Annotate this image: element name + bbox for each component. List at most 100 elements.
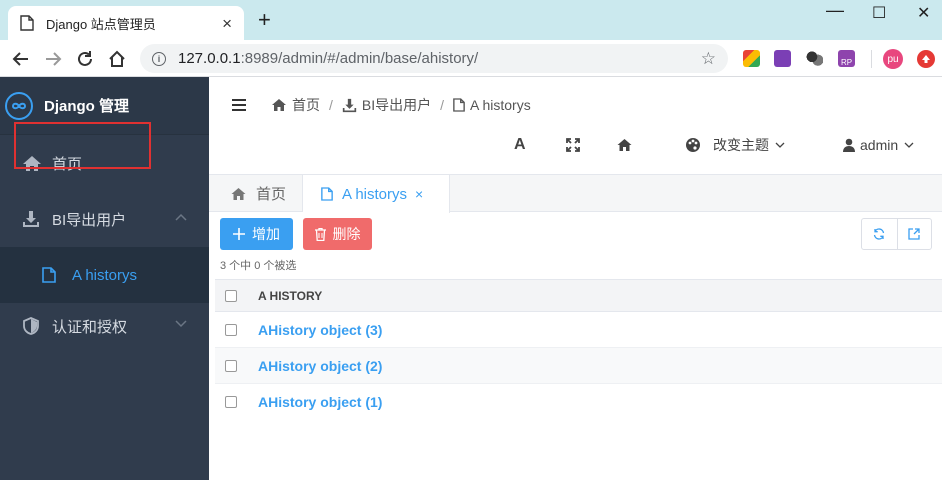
infinity-logo-icon: [5, 91, 33, 120]
table-row: AHistory object (2): [215, 348, 942, 384]
theme-switcher[interactable]: 改变主题: [685, 135, 785, 155]
chevron-up-icon: [175, 213, 187, 221]
delete-label: 删除: [332, 226, 361, 242]
row-link[interactable]: AHistory object (1): [258, 394, 382, 410]
pu-extension-icon[interactable]: pu: [883, 49, 903, 69]
delete-button[interactable]: 删除: [303, 218, 372, 250]
font-size-button[interactable]: A: [514, 135, 526, 155]
sidebar-item-label: 首页: [52, 155, 83, 173]
hamburger-menu-icon[interactable]: [232, 99, 246, 111]
row-checkbox[interactable]: [225, 323, 237, 336]
maximize-button[interactable]: ☐: [872, 3, 886, 23]
breadcrumb-bi-export[interactable]: BI导出用户: [362, 95, 431, 115]
brand[interactable]: Django 管理: [0, 77, 209, 135]
trash-icon: [314, 227, 326, 241]
sidebar: Django 管理 首页 BI导出用户 A historys 认证和授权: [0, 77, 209, 480]
fullscreen-button[interactable]: [566, 135, 580, 155]
refresh-button[interactable]: [862, 219, 897, 249]
upload-extension-icon[interactable]: [917, 50, 935, 68]
home-shortcut-button[interactable]: [616, 135, 633, 155]
add-button[interactable]: 增加: [220, 218, 293, 250]
tab-label: 首页: [256, 186, 287, 203]
url-host: 127.0.0.1: [178, 50, 241, 67]
breadcrumb: 首页 / BI导出用户 / A historys: [271, 95, 531, 115]
home-outline-icon: [109, 50, 125, 67]
home-icon: [230, 187, 247, 201]
file-icon: [453, 98, 465, 112]
palette-icon: [686, 138, 700, 152]
home-icon: [22, 155, 42, 172]
sidebar-item-auth[interactable]: 认证和授权: [0, 298, 209, 354]
browser-tab[interactable]: Django 站点管理员 ×: [8, 6, 244, 40]
arrow-right-icon: [46, 52, 62, 66]
info-icon[interactable]: i: [152, 51, 166, 66]
breadcrumb-current: A historys: [470, 97, 531, 113]
main-content: 首页 / BI导出用户 / A historys A 改变主题 admin 首页…: [209, 77, 942, 480]
chevron-down-icon: [175, 320, 187, 328]
sidebar-item-home[interactable]: 首页: [0, 135, 209, 191]
back-button[interactable]: [10, 48, 32, 70]
fullscreen-icon: [566, 138, 580, 152]
breadcrumb-home[interactable]: 首页: [292, 95, 320, 115]
tab-home[interactable]: 首页: [209, 175, 303, 212]
row-link[interactable]: AHistory object (3): [258, 322, 382, 338]
tab-ahistorys[interactable]: A historys ×: [303, 175, 450, 213]
file-icon: [42, 267, 62, 283]
table-row: AHistory object (3): [215, 312, 942, 348]
page-tabs-bar: 首页 A historys ×: [209, 174, 942, 213]
add-label: 增加: [252, 226, 280, 242]
breadcrumb-separator: /: [440, 97, 445, 113]
home-icon: [617, 139, 632, 151]
home-button[interactable]: [106, 48, 128, 70]
brand-title: Django 管理: [44, 98, 129, 115]
refresh-icon: [874, 228, 885, 240]
row-checkbox[interactable]: [225, 396, 237, 408]
selection-counter: 3 个中 0 个被选: [220, 260, 297, 272]
plus-icon: [233, 228, 245, 240]
close-tab-icon[interactable]: ×: [415, 186, 423, 202]
onenote-icon[interactable]: [774, 50, 791, 67]
shield-icon: [22, 317, 42, 335]
forward-button[interactable]: [42, 48, 64, 70]
user-menu[interactable]: admin: [843, 135, 914, 155]
theme-label: 改变主题: [713, 137, 769, 153]
chevron-down-icon: [904, 142, 914, 148]
extension-dots-icon[interactable]: [806, 50, 823, 67]
star-icon[interactable]: ☆: [701, 49, 716, 69]
external-link-icon: [908, 228, 920, 240]
table-row: AHistory object (1): [215, 384, 942, 420]
tab-label: A historys: [342, 185, 408, 203]
sidebar-item-label: BI导出用户: [52, 211, 127, 229]
chevron-down-icon: [775, 142, 785, 148]
row-checkbox[interactable]: [225, 359, 237, 372]
sidebar-subitem-ahistorys[interactable]: A historys: [0, 247, 209, 303]
close-window-button[interactable]: ✕: [917, 3, 930, 23]
reload-button[interactable]: [74, 48, 96, 70]
download-icon: [22, 210, 42, 228]
new-tab-button[interactable]: +: [258, 9, 271, 31]
select-all-checkbox[interactable]: [225, 289, 237, 302]
username-label: admin: [860, 137, 899, 153]
browser-tab-title: Django 站点管理员: [46, 16, 156, 32]
home-icon: [271, 98, 287, 112]
row-link[interactable]: AHistory object (2): [258, 358, 382, 374]
open-new-window-button[interactable]: [896, 219, 932, 249]
reload-icon: [78, 51, 92, 66]
minimize-button[interactable]: —: [826, 0, 844, 21]
url-text[interactable]: 127.0.0.1:8989/admin/#/admin/base/ahisto…: [178, 50, 701, 67]
file-icon: [321, 187, 333, 201]
url-path: :8989/admin/#/admin/base/ahistory/: [240, 50, 479, 67]
extension-color-icon[interactable]: [743, 50, 760, 67]
breadcrumb-separator: /: [329, 97, 333, 113]
sidebar-item-bi-export[interactable]: BI导出用户: [0, 191, 209, 247]
rp-extension-icon[interactable]: RP: [838, 50, 855, 67]
table-tools-group: [861, 218, 932, 250]
sidebar-item-label: A historys: [72, 266, 138, 284]
toolbar-divider: [871, 50, 872, 68]
address-bar[interactable]: i 127.0.0.1:8989/admin/#/admin/base/ahis…: [140, 44, 728, 73]
close-tab-icon[interactable]: ×: [222, 15, 232, 32]
sidebar-item-label: 认证和授权: [52, 318, 128, 336]
arrow-left-icon: [12, 52, 28, 66]
table-header: A HISTORY: [215, 279, 942, 312]
column-header-ahistory[interactable]: A HISTORY: [258, 289, 322, 303]
